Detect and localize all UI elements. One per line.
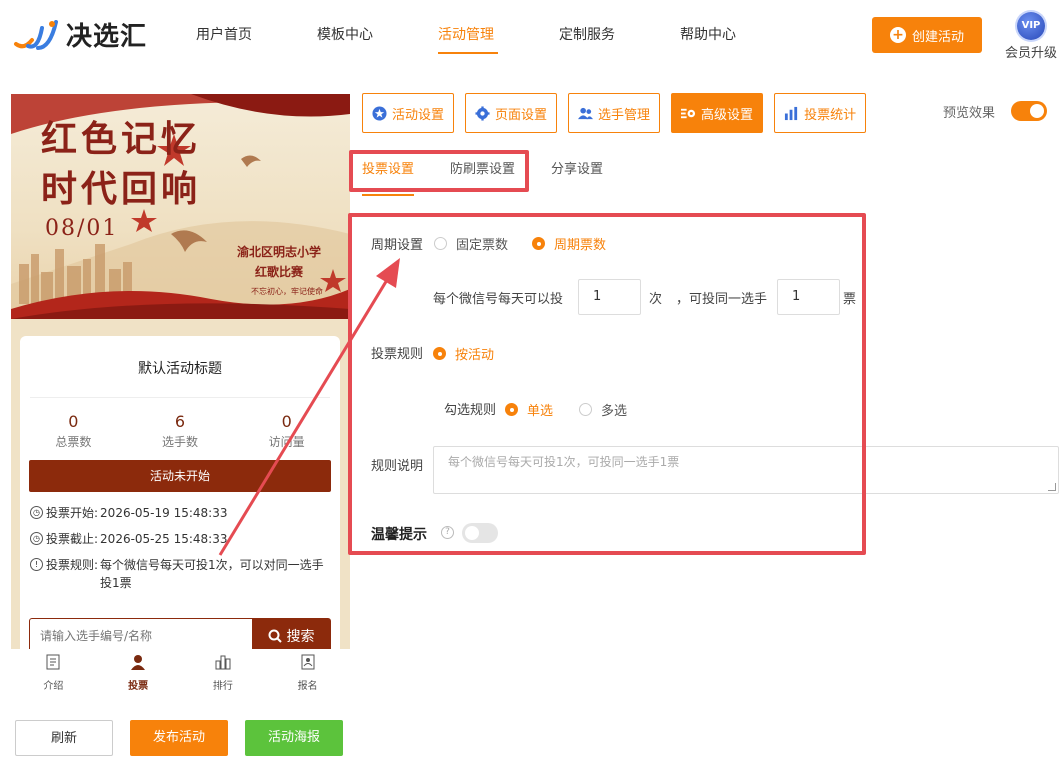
search-button[interactable]: 搜索	[252, 619, 330, 649]
poster-banner: 红色记忆 时代回响 08/01 渝北区明志小学 红歌比赛 不忘初心，牢记使命	[11, 94, 350, 319]
preview-toggle: 预览效果	[943, 101, 1048, 121]
stat-label: 访问量	[268, 435, 305, 449]
phone-preview: 红色记忆 时代回响 08/01 渝北区明志小学 红歌比赛 不忘初心，牢记使命 默…	[11, 94, 350, 649]
vote-start-row: ◷ 投票开始: 2026-05-19 15:48:33	[30, 504, 330, 522]
stat-value: 6	[174, 412, 186, 431]
phone-tab-label: 介绍	[43, 681, 64, 692]
activity-title: 默认活动标题	[30, 336, 330, 398]
gear-icon	[475, 105, 490, 121]
highlight-box-form	[348, 213, 866, 555]
resize-grip-icon[interactable]	[1048, 483, 1056, 491]
highlight-box-subtabs	[349, 150, 529, 192]
users-icon	[578, 107, 594, 119]
vip-badge-icon: VIP	[1017, 12, 1045, 40]
tab-label: 投票统计	[804, 107, 857, 123]
tab-activity-settings[interactable]: 活动设置	[362, 93, 455, 133]
tab-label: 选手管理	[598, 107, 651, 123]
search-input[interactable]	[30, 619, 252, 649]
phone-tab-vote[interactable]: 投票	[96, 649, 181, 697]
vote-info: ◷ 投票开始: 2026-05-19 15:48:33 ◷ 投票截止: 2026…	[30, 504, 330, 592]
logo-mark-icon	[12, 14, 60, 54]
player-search: 搜索	[29, 618, 331, 649]
person-icon	[131, 655, 146, 670]
poster-slogan: 不忘初心，牢记使命	[251, 287, 323, 296]
publish-button[interactable]: 发布活动	[130, 720, 228, 756]
preview-toggle-label: 预览效果	[943, 105, 996, 121]
poster-title-line1: 红色记忆	[41, 118, 202, 160]
poster-title-line2: 时代回响	[41, 168, 202, 210]
refresh-button[interactable]: 刷新	[15, 720, 113, 756]
signup-icon	[301, 654, 315, 670]
subtab-share[interactable]: 分享设置	[551, 152, 603, 196]
vote-rule-value: 每个微信号每天可投1次，可以对同一选手投1票	[100, 558, 324, 590]
stats-row: 0 总票数 6 选手数 0 访问量	[20, 412, 340, 450]
vote-rule-row: ! 投票规则: 每个微信号每天可投1次，可以对同一选手投1票	[30, 556, 330, 592]
vip-label: 会员升级	[1004, 46, 1057, 61]
preview-switch[interactable]	[1011, 101, 1048, 121]
activity-status-button[interactable]: 活动未开始	[29, 460, 331, 492]
poster-org: 渝北区明志小学 红歌比赛	[237, 242, 321, 282]
tab-vote-statistics[interactable]: 投票统计	[774, 93, 867, 133]
star-icon	[372, 105, 387, 121]
phone-tab-label: 投票	[128, 681, 149, 692]
create-activity-button[interactable]: + 创建活动	[872, 17, 982, 53]
top-bar: 决选汇 用户首页 模板中心 活动管理 定制服务 帮助中心 + 创建活动 VIP …	[0, 0, 1062, 72]
logo[interactable]: 决选汇	[12, 14, 147, 54]
tab-label: 活动设置	[392, 107, 445, 123]
bottom-actions: 刷新 发布活动 活动海报	[15, 720, 360, 756]
phone-tab-label: 报名	[297, 681, 318, 692]
stat-value: 0	[68, 412, 79, 431]
logo-text: 决选汇	[66, 21, 148, 52]
phone-tab-label: 排行	[212, 681, 233, 692]
vip-upgrade[interactable]: VIP 会员升级	[1003, 12, 1059, 61]
chart-icon	[785, 106, 798, 120]
tab-player-management[interactable]: 选手管理	[568, 93, 661, 133]
poster-title: 红色记忆 时代回响	[41, 114, 201, 214]
nav-item-activity[interactable]: 活动管理	[438, 0, 559, 72]
bars-icon	[215, 655, 231, 670]
tab-label: 高级设置	[701, 107, 754, 123]
phone-tab-intro[interactable]: 介绍	[11, 649, 96, 697]
doc-icon	[46, 654, 60, 670]
poster-button[interactable]: 活动海报	[245, 720, 343, 756]
nav-item-home[interactable]: 用户首页	[196, 0, 317, 72]
clock-icon: ◷	[30, 506, 43, 519]
vote-start-label: 投票开始:	[46, 506, 99, 520]
activity-card: 默认活动标题 0 总票数 6 选手数 0 访问量 活动未开始 ◷ 投票开始: 2…	[20, 336, 340, 649]
nav-item-custom[interactable]: 定制服务	[559, 0, 680, 72]
create-activity-label: 创建活动	[911, 29, 964, 45]
plus-icon: +	[889, 27, 906, 43]
stat-total-votes: 0 总票数	[20, 412, 127, 450]
vote-rule-label: 投票规则:	[46, 558, 99, 572]
tab-advanced-settings[interactable]: 高级设置	[671, 93, 764, 133]
vote-end-row: ◷ 投票截止: 2026-05-25 15:48:33	[30, 530, 330, 548]
main-nav: 用户首页 模板中心 活动管理 定制服务 帮助中心	[196, 0, 801, 72]
vote-end-value: 2026-05-25 15:48:33	[100, 532, 228, 546]
clock-icon: ◷	[30, 532, 43, 545]
search-icon	[268, 629, 282, 643]
poster-org-line1: 渝北区明志小学	[237, 245, 322, 259]
stat-label: 总票数	[55, 435, 92, 449]
info-icon: !	[30, 558, 43, 571]
search-button-label: 搜索	[286, 629, 315, 645]
cogs-icon	[681, 108, 696, 118]
vote-start-value: 2026-05-19 15:48:33	[100, 506, 228, 520]
phone-tab-rank[interactable]: 排行	[181, 649, 266, 697]
nav-item-help[interactable]: 帮助中心	[680, 0, 801, 72]
stat-label: 选手数	[162, 435, 199, 449]
phone-tab-signup[interactable]: 报名	[265, 649, 350, 697]
tab-page-settings[interactable]: 页面设置	[465, 93, 558, 133]
settings-tabs: 活动设置 页面设置 选手管理 高级设置 投票统计	[362, 93, 877, 133]
nav-item-templates[interactable]: 模板中心	[317, 0, 438, 72]
stat-value: 0	[281, 412, 292, 431]
poster-org-line2: 红歌比赛	[255, 265, 304, 279]
vote-end-label: 投票截止:	[46, 532, 99, 546]
tab-label: 页面设置	[495, 107, 548, 123]
stat-visits: 0 访问量	[233, 412, 340, 450]
stat-players: 6 选手数	[127, 412, 234, 450]
phone-tab-bar: 介绍 投票 排行 报名	[11, 649, 350, 697]
poster-date: 08/01	[45, 216, 119, 241]
